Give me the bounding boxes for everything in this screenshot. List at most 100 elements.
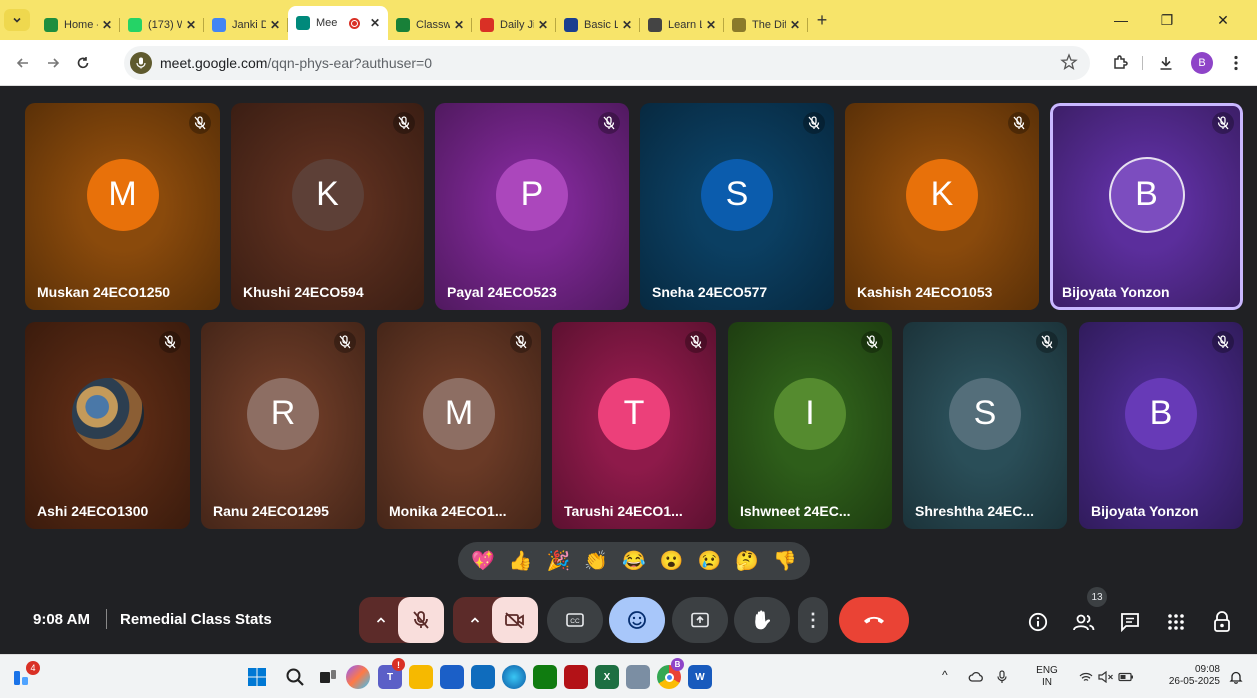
participant-tile[interactable]: B Bijoyata Yonzon — [1079, 322, 1243, 529]
meeting-details-button[interactable] — [1025, 609, 1051, 635]
tab-close-button[interactable]: ✕ — [454, 18, 464, 32]
tab-close-button[interactable]: ✕ — [102, 18, 112, 32]
restore-button[interactable]: ❐ — [1144, 0, 1190, 40]
reaction-emoji-button[interactable]: 🤔 — [735, 552, 759, 571]
tab-close-button[interactable]: ✕ — [622, 18, 632, 32]
captions-button[interactable]: CC — [547, 597, 603, 643]
excel-button[interactable]: X — [595, 665, 619, 689]
download-icon — [1160, 57, 1172, 70]
site-info-button[interactable] — [130, 52, 152, 74]
apps-grid-icon — [1168, 614, 1184, 630]
store-button[interactable] — [440, 665, 464, 689]
browser-menu-button[interactable] — [1222, 48, 1250, 78]
widgets-button[interactable]: 4 — [12, 661, 40, 692]
reaction-emoji-button[interactable]: 😂 — [622, 552, 646, 571]
forward-button[interactable] — [38, 48, 68, 78]
edge-button[interactable] — [502, 665, 526, 689]
present-screen-button[interactable] — [672, 597, 728, 643]
tab-close-button[interactable]: ✕ — [790, 18, 800, 32]
browser-tab[interactable]: Basic La ✕ — [556, 10, 640, 40]
start-button[interactable] — [245, 665, 269, 689]
app-button[interactable] — [626, 665, 650, 689]
camera-toggle-button[interactable] — [492, 597, 538, 643]
task-view-button[interactable] — [316, 665, 340, 689]
tab-close-button[interactable]: ✕ — [186, 18, 196, 32]
extensions-button[interactable] — [1106, 48, 1134, 78]
leave-call-button[interactable] — [839, 597, 909, 643]
browser-tab[interactable]: The Diff ✕ — [724, 10, 808, 40]
address-bar[interactable]: meet.google.com/qqn-phys-ear?authuser=0 — [124, 46, 1090, 80]
chrome-button[interactable]: B — [657, 658, 684, 689]
participant-tile[interactable]: P Payal 24ECO523 — [435, 103, 629, 310]
copilot-button[interactable] — [346, 665, 370, 689]
microphone-toggle-button[interactable] — [398, 597, 444, 643]
tab-close-button[interactable]: ✕ — [538, 18, 548, 32]
minimize-button[interactable]: — — [1098, 0, 1144, 40]
participant-tile[interactable]: S Sneha 24ECO577 — [640, 103, 834, 310]
system-clock[interactable]: 09:08 26-05-2025 — [1148, 664, 1220, 688]
browser-tab[interactable]: Janki De ✕ — [204, 10, 288, 40]
host-controls-button[interactable] — [1209, 609, 1235, 635]
reactions-button[interactable] — [609, 597, 665, 643]
tab-title: Daily Jig — [500, 19, 534, 31]
video-options-button[interactable] — [457, 597, 493, 643]
reaction-emoji-button[interactable]: 🎉 — [547, 552, 571, 571]
people-button[interactable] — [1071, 609, 1097, 635]
browser-tab[interactable]: Mee ✕ — [288, 6, 388, 40]
reaction-emoji-button[interactable]: 😮 — [660, 552, 684, 571]
back-button[interactable] — [8, 48, 38, 78]
new-tab-button[interactable]: + — [808, 6, 836, 34]
audio-options-button[interactable] — [363, 597, 399, 643]
reaction-emoji-button[interactable]: 💖 — [471, 552, 495, 571]
more-options-button[interactable]: ⋮ — [798, 597, 828, 643]
reaction-emoji-button[interactable]: 👎 — [773, 552, 797, 571]
browser-tab[interactable]: (173) W ✕ — [120, 10, 204, 40]
participant-tile[interactable]: S Shreshtha 24EC... — [903, 322, 1067, 529]
profile-button[interactable]: B — [1188, 48, 1216, 78]
activities-button[interactable] — [1163, 609, 1189, 635]
browser-tab[interactable]: Daily Jig ✕ — [472, 10, 556, 40]
browser-tab[interactable]: Home - ✕ — [36, 10, 120, 40]
participant-name: Ranu 24ECO1295 — [213, 503, 329, 519]
mic-tray-button[interactable] — [990, 665, 1014, 689]
reaction-emoji-button[interactable]: 👍 — [509, 552, 533, 571]
game-app-button[interactable] — [564, 665, 588, 689]
reaction-emoji-button[interactable]: 👏 — [584, 552, 608, 571]
close-window-button[interactable]: ✕ — [1200, 0, 1246, 40]
participant-tile[interactable]: M Monika 24ECO1... — [377, 322, 541, 529]
browser-tab[interactable]: Learn L ✕ — [640, 10, 724, 40]
url-path: /qqn-phys-ear?authuser=0 — [267, 55, 433, 71]
mic-off-icon — [1212, 331, 1234, 353]
participant-tile[interactable]: T Tarushi 24ECO1... — [552, 322, 716, 529]
tab-close-button[interactable]: ✕ — [270, 18, 280, 32]
chrome-profile-badge: B — [671, 658, 684, 671]
participant-tile[interactable]: K Khushi 24ECO594 — [231, 103, 424, 310]
participant-tile[interactable]: I Ishwneet 24EC... — [728, 322, 892, 529]
reload-button[interactable] — [68, 48, 98, 78]
notification-center-button[interactable] — [1224, 665, 1248, 689]
teams-button[interactable]: T ! — [378, 658, 405, 689]
participant-tile[interactable]: B Bijoyata Yonzon — [1050, 103, 1243, 310]
word-button[interactable]: W — [688, 665, 712, 689]
browser-tab[interactable]: Classwo ✕ — [388, 10, 472, 40]
participant-tile[interactable]: Ashi 24ECO1300 — [25, 322, 190, 529]
bookmark-star-icon[interactable] — [1060, 53, 1078, 71]
xbox-button[interactable] — [533, 665, 557, 689]
participant-tile[interactable]: M Muskan 24ECO1250 — [25, 103, 220, 310]
chat-button[interactable] — [1117, 609, 1143, 635]
tab-close-button[interactable]: ✕ — [370, 16, 380, 30]
onedrive-tray-button[interactable] — [964, 665, 988, 689]
show-hidden-icons-button[interactable]: ^ — [942, 669, 948, 681]
search-button[interactable] — [283, 665, 307, 689]
tab-close-button[interactable]: ✕ — [706, 18, 716, 32]
participant-tile[interactable]: R Ranu 24ECO1295 — [201, 322, 365, 529]
downloads-button[interactable] — [1152, 48, 1180, 78]
battery-tray-button[interactable] — [1114, 665, 1138, 689]
file-explorer-button[interactable] — [409, 665, 433, 689]
tab-search-button[interactable] — [4, 9, 30, 31]
raise-hand-button[interactable]: ✋ — [734, 597, 790, 643]
input-language[interactable]: ENG IN — [1032, 665, 1062, 689]
participant-tile[interactable]: K Kashish 24ECO1053 — [845, 103, 1039, 310]
mail-button[interactable] — [471, 665, 495, 689]
reaction-emoji-button[interactable]: 😢 — [698, 552, 722, 571]
